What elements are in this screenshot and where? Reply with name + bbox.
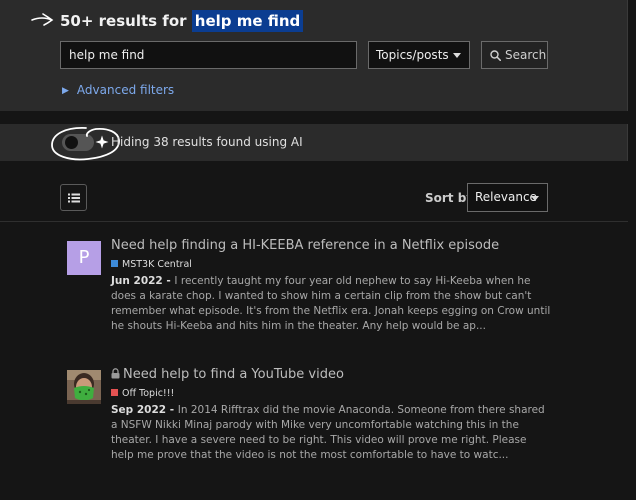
search-type-value: Topics/posts <box>376 48 449 62</box>
chevron-down-icon <box>453 53 461 58</box>
search-panel: 50+ results for help me find help me fin… <box>0 0 628 111</box>
caret-right-icon: ▶ <box>62 86 69 96</box>
avatar[interactable] <box>67 370 101 404</box>
date-separator: - <box>166 404 178 416</box>
chevron-down-icon <box>531 196 539 201</box>
result-date: Sep 2022 <box>111 404 167 416</box>
sort-select-value: Relevance <box>475 190 537 204</box>
sort-select[interactable]: Relevance <box>467 183 548 212</box>
result-blurb: Jun 2022 - I recently taught my four yea… <box>111 274 551 334</box>
result-title-text: Need help to find a YouTube video <box>123 367 344 382</box>
sparkle-icon <box>95 135 109 149</box>
search-button-label: Search <box>505 48 547 62</box>
category-name: Off Topic!!! <box>122 388 175 399</box>
results-heading: 50+ results for help me find <box>60 10 304 32</box>
category-color-swatch <box>111 260 118 267</box>
result-blurb: Sep 2022 - In 2014 Rifftrax did the movi… <box>111 403 551 463</box>
arrow-annotation-icon <box>31 13 54 26</box>
advanced-filters-link[interactable]: ▶ Advanced filters <box>62 83 174 97</box>
category-badge[interactable]: Off Topic!!! <box>111 388 174 399</box>
search-type-select[interactable]: Topics/posts <box>368 41 470 69</box>
list-icon <box>68 193 80 203</box>
result-title-link[interactable]: Need help to find a YouTube video <box>111 367 344 382</box>
advanced-filters-label: Advanced filters <box>76 83 175 97</box>
result-date: Jun 2022 <box>111 275 163 287</box>
results-count: 50+ results for <box>60 12 187 30</box>
search-button[interactable]: Search <box>481 41 548 69</box>
ai-results-text: Hiding 38 results found using AI <box>111 135 303 149</box>
result-excerpt: I recently taught my four year old nephe… <box>111 275 551 332</box>
avatar-photo-icon <box>67 370 101 404</box>
search-icon <box>490 50 501 61</box>
divider <box>0 221 628 222</box>
search-input[interactable]: help me find <box>60 41 357 69</box>
ai-results-bar: Hiding 38 results found using AI <box>0 124 628 161</box>
category-badge[interactable]: MST3K Central <box>111 259 192 270</box>
query-highlight: help me find <box>191 10 304 32</box>
avatar[interactable]: P <box>67 241 101 275</box>
result-title-link[interactable]: Need help finding a HI-KEEBA reference i… <box>111 238 499 253</box>
category-color-swatch <box>111 389 118 396</box>
lock-icon <box>111 368 120 379</box>
bulk-select-button[interactable] <box>60 184 87 211</box>
category-name: MST3K Central <box>122 259 192 270</box>
date-separator: - <box>162 275 175 287</box>
